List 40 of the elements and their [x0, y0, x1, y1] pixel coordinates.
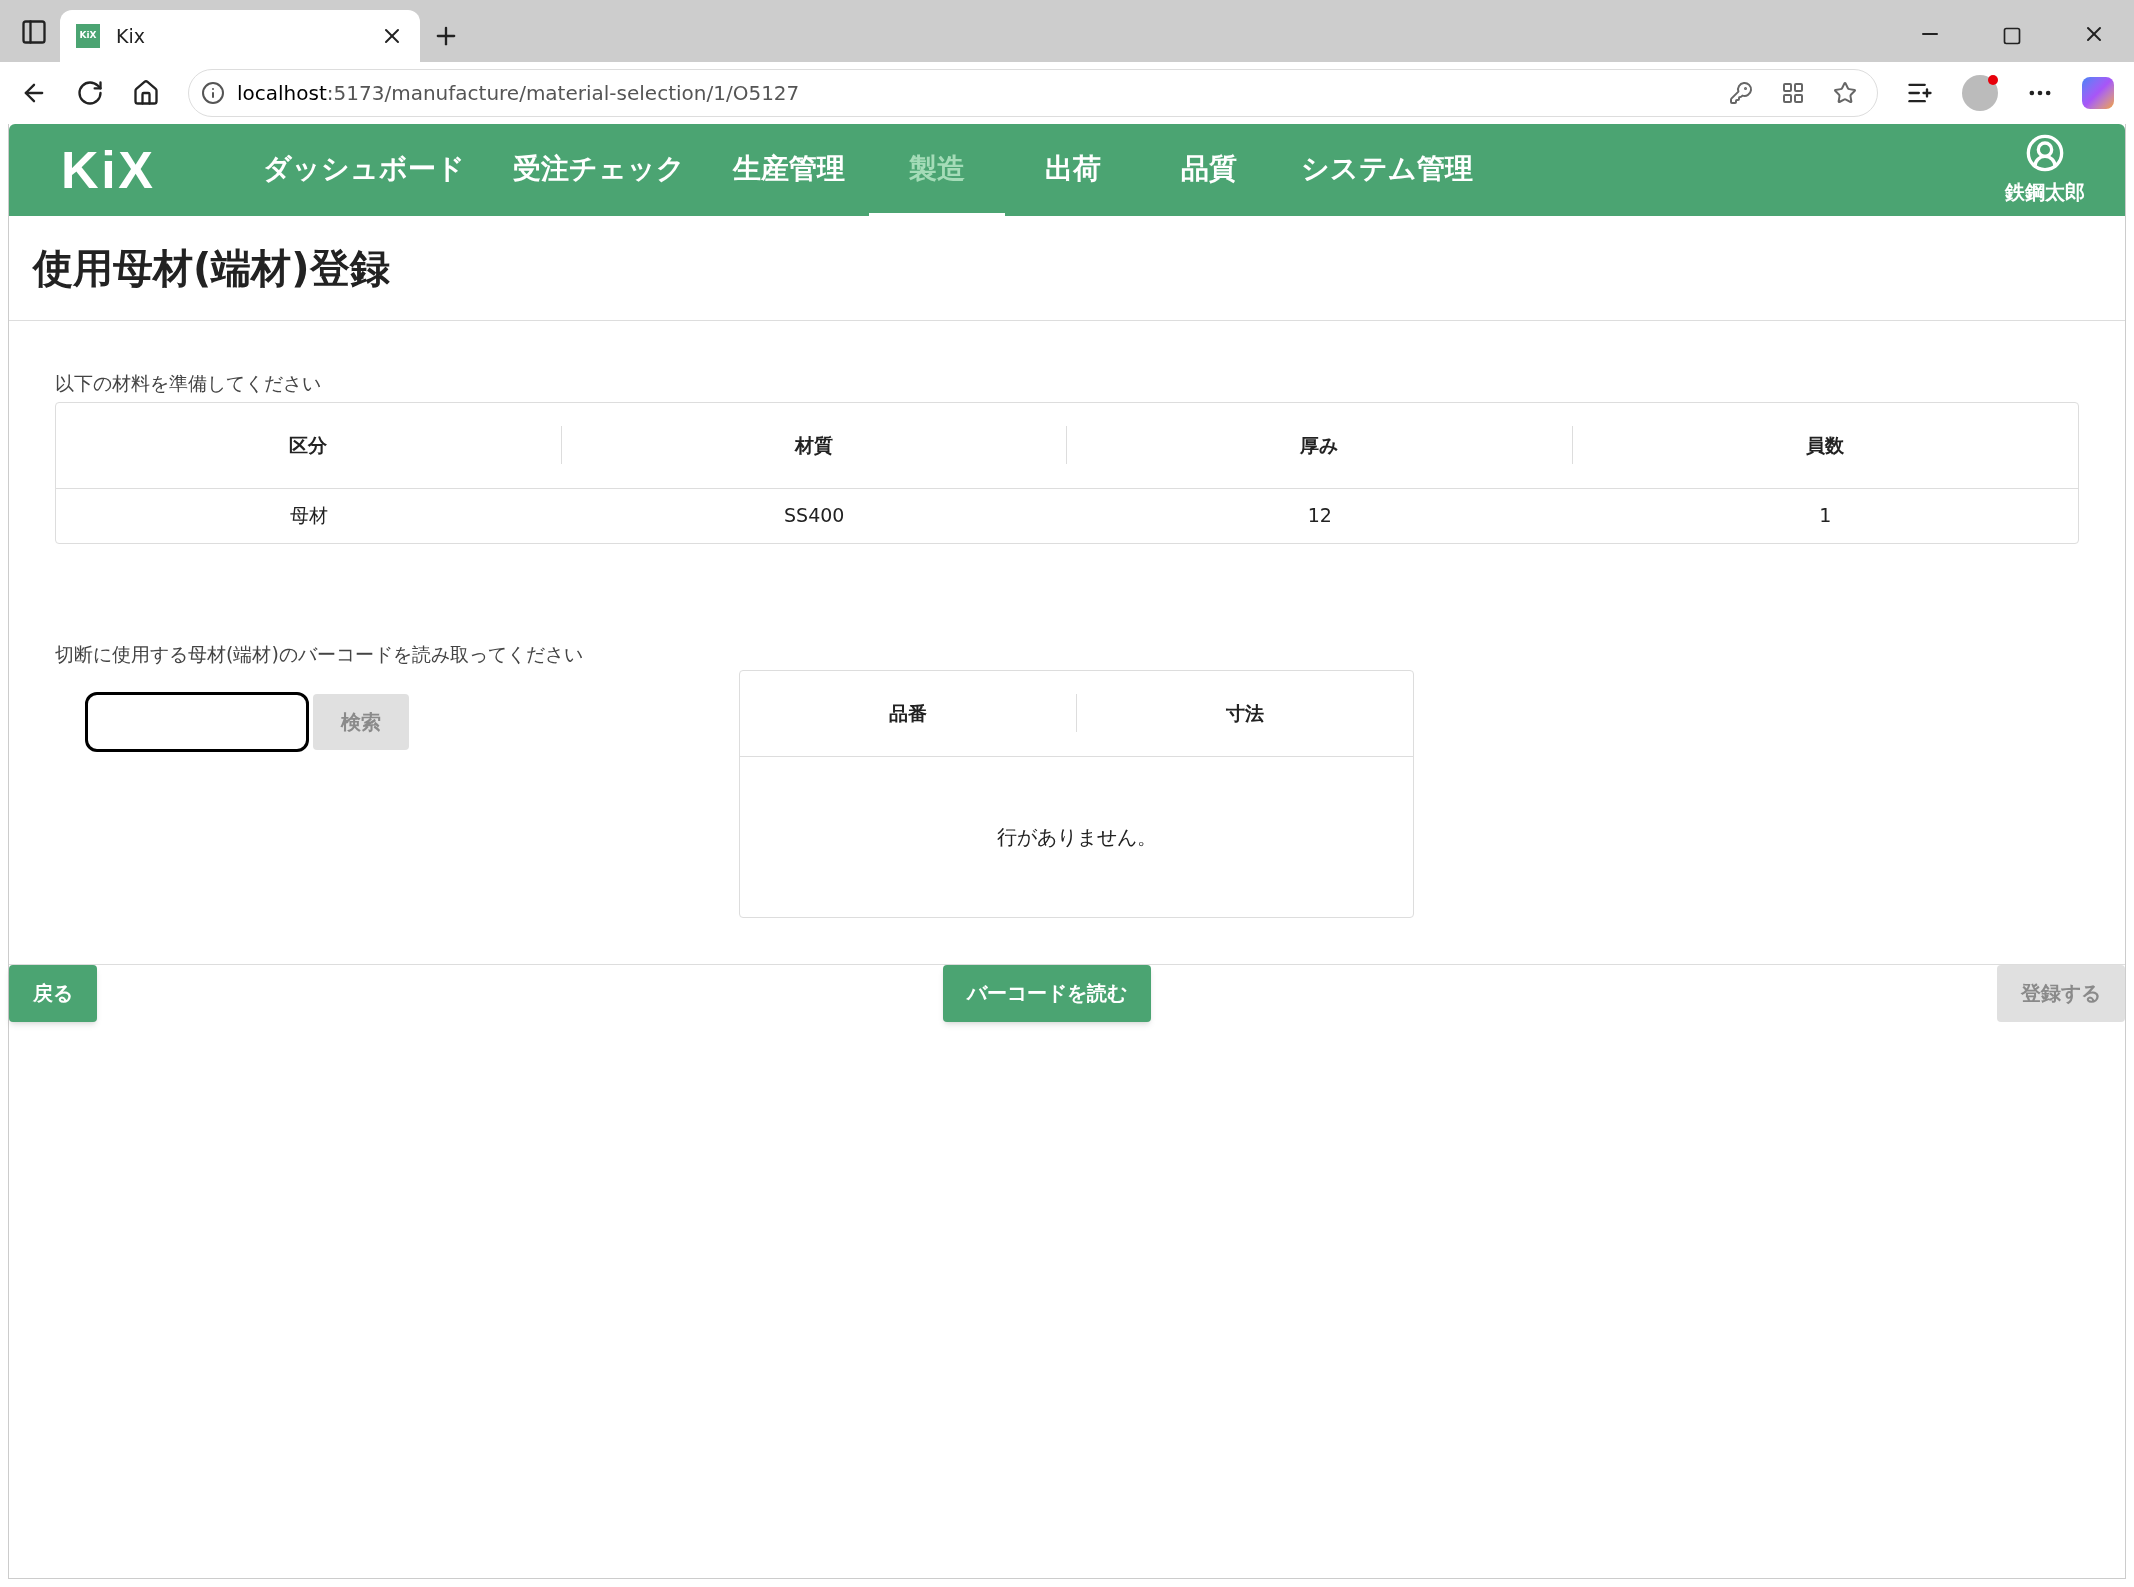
column-header: 材質	[794, 432, 833, 458]
table-cell: 1	[1819, 504, 1832, 527]
nav-tab[interactable]: 受注チェック	[489, 124, 710, 216]
column-header: 厚み	[1300, 432, 1339, 458]
user-icon[interactable]	[2025, 133, 2065, 173]
key-icon[interactable]	[1729, 81, 1753, 105]
column-header: 区分	[289, 432, 328, 458]
column-header: 員数	[1806, 432, 1845, 458]
logo[interactable]: KiX	[61, 131, 156, 209]
star-icon[interactable]	[1833, 81, 1857, 105]
instruction-text: 以下の材料を準備してください	[55, 371, 322, 396]
nav-tab[interactable]: 製造	[869, 124, 1006, 216]
column-header: 寸法	[1225, 700, 1264, 726]
tab-title: Kix	[116, 23, 146, 49]
barcode-field[interactable]	[85, 692, 309, 752]
instruction-text: 切断に使用する母材(端材)のバーコードを読み取ってください	[55, 641, 584, 667]
empty-message: 行がありません。	[996, 823, 1157, 851]
user-name[interactable]: 鉄鋼太郎	[2005, 177, 2085, 207]
table-cell: SS400	[784, 504, 845, 527]
footer-button[interactable]: バーコードを読む	[943, 964, 1151, 1022]
nav-tab[interactable]: システム管理	[1277, 124, 1498, 216]
maximize-icon[interactable]	[2002, 26, 2022, 46]
table-cell: 12	[1307, 504, 1332, 527]
apps-icon[interactable]	[1781, 81, 1805, 105]
favicon: KiX	[76, 24, 100, 48]
home-icon[interactable]	[132, 79, 160, 107]
nav-tab[interactable]: 出荷	[1005, 124, 1142, 216]
nav-tab[interactable]: 生産管理	[709, 124, 870, 216]
nav-tab[interactable]: 品質	[1141, 124, 1278, 216]
info-icon	[201, 81, 225, 105]
column-header: 品番	[888, 700, 927, 726]
table-cell: 母材	[289, 504, 328, 527]
page-title: 使用母材(端材)登録	[33, 244, 390, 293]
nav-tab[interactable]: ダッシュボード	[239, 124, 490, 216]
profile-icon[interactable]	[1962, 75, 1998, 111]
browser-tab[interactable]: KiX Kix	[60, 10, 420, 62]
footer-button[interactable]: 戻る	[9, 964, 97, 1022]
url-text: localhost:5173/manufacture/material-selection/1/O5127	[237, 80, 801, 107]
sidebar-icon[interactable]	[20, 18, 48, 46]
reload-icon[interactable]	[76, 79, 104, 107]
